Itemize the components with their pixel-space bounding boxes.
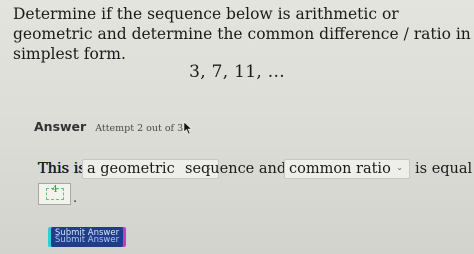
sentence-prefix: This is [38,161,86,177]
submit-button-label-echo: Submit Answer [54,235,120,245]
sentence-period: . [73,191,78,206]
answer-header: Answer Attempt 2 out of 3 [34,119,183,134]
answer-label: Answer [34,119,87,134]
answer-input-value: 4 [52,185,58,195]
submit-answer-button[interactable]: Submit Answer Submit Answer [51,227,123,247]
common-measure-value: common ratio [289,161,391,177]
answer-input[interactable]: 4 [38,183,71,205]
sequence-type-value: a geometric [87,161,175,177]
mouse-pointer-icon [183,121,193,135]
answer-sentence: This is a geometric ⌄ sequence and the c… [38,159,474,181]
chevron-down-icon: ⌄ [396,163,403,172]
page: Determine if the sequence below is arith… [0,0,474,254]
attempt-counter: Attempt 2 out of 3 [95,123,184,134]
sequence-display: 3, 7, 11, ... [189,62,285,82]
question-text: Determine if the sequence below is arith… [13,5,471,63]
common-measure-select[interactable]: common ratio ⌄ [284,159,410,179]
sentence-suffix: is equal to [415,161,474,177]
